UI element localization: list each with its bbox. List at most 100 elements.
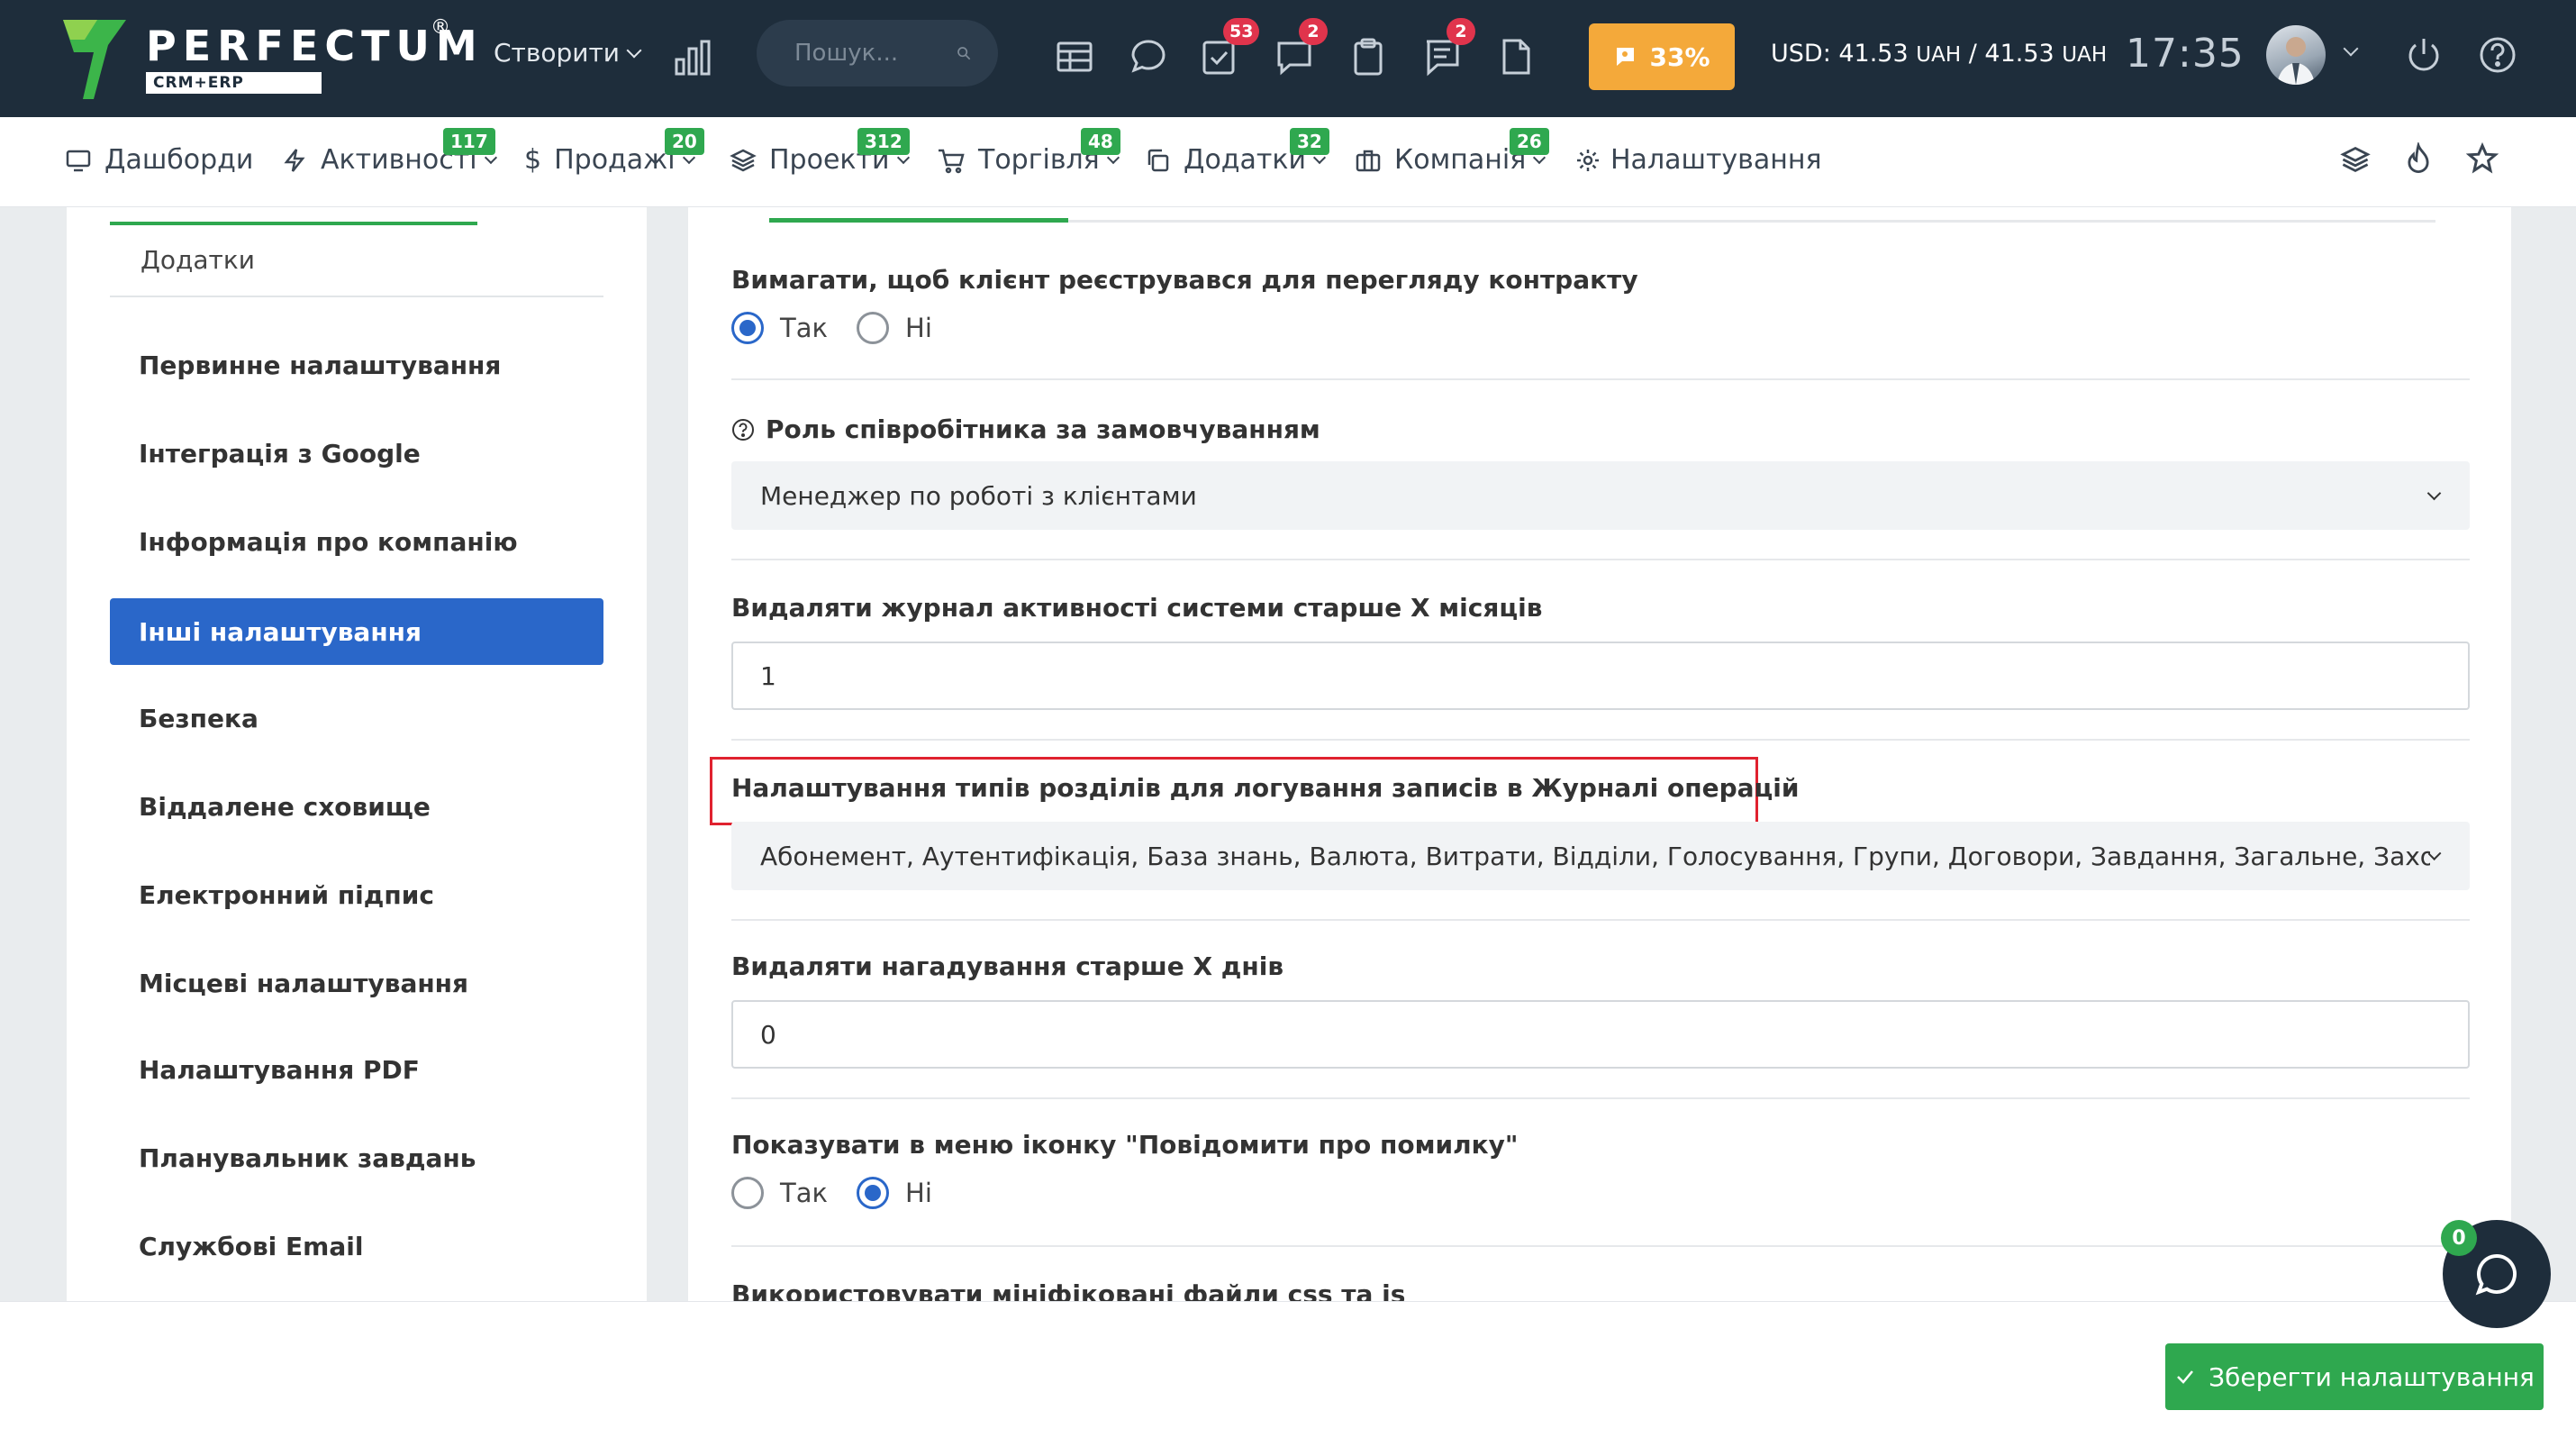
divider [731, 739, 2470, 741]
show-bug-icon-label: Показувати в меню іконку "Повідомити про… [731, 1130, 1519, 1160]
nav-dashboards[interactable]: Дашборди [65, 144, 253, 176]
clock: 17:35 [2126, 31, 2245, 77]
progress-label: 33% [1649, 41, 1710, 72]
show-bug-icon-radios: Так Ні [731, 1177, 961, 1209]
sidebar-item-pdf-settings[interactable]: Налаштування PDF [110, 1036, 603, 1103]
nav-activities-badge: 117 [443, 128, 495, 155]
calendar-table-icon[interactable] [1054, 36, 1095, 77]
nav-sales[interactable]: $ Продажі 20 [524, 128, 704, 176]
messages-badge: 2 [1299, 18, 1328, 45]
show-bug-icon-no-label[interactable]: Ні [905, 1178, 932, 1208]
layers-stack-icon[interactable] [2340, 144, 2371, 175]
copy-icon [1147, 149, 1169, 171]
cart-icon [939, 149, 965, 173]
settings-panel: Вимагати, щоб клієнт реєструвався для пе… [688, 207, 2511, 1309]
sidebar-item-initial-setup[interactable]: Первинне налаштування [110, 332, 603, 398]
nav-projects-badge: 312 [857, 128, 910, 155]
require-register-no-radio[interactable] [857, 312, 890, 344]
nav-settings[interactable]: Налаштування [1574, 144, 1822, 176]
bar-chart-icon[interactable] [674, 38, 712, 76]
require-register-no-label[interactable]: Ні [905, 313, 932, 343]
require-register-yes-label[interactable]: Так [780, 313, 828, 343]
delete-reminders-input[interactable] [731, 1000, 2470, 1069]
star-icon[interactable] [2466, 142, 2499, 175]
avatar-chevron-icon[interactable] [2343, 41, 2359, 57]
save-settings-label: Зберегти налаштування [2209, 1361, 2535, 1392]
nav-trade-badge: 48 [1081, 128, 1120, 155]
sidebar-item-other-settings[interactable]: Інші налаштування [110, 598, 603, 665]
create-button[interactable]: Створити [494, 38, 642, 68]
user-avatar-icon [2277, 37, 2315, 85]
nav-company-badge: 26 [1510, 128, 1549, 155]
sidebar-heading[interactable]: Додатки [141, 245, 255, 275]
monitor-icon [66, 150, 91, 171]
nav-company[interactable]: Компанія 26 [1355, 128, 1549, 176]
log-section-types-label: Налаштування типів розділів для логуванн… [731, 773, 1800, 803]
check-icon [2177, 1370, 2194, 1384]
require-register-yes-radio[interactable] [731, 312, 764, 344]
document-icon[interactable] [1495, 36, 1537, 77]
main-nav: Дашборди Активності 117 $ Продажі 20 Про… [0, 117, 2576, 207]
sidebar-item-service-email[interactable]: Службові Email [110, 1213, 603, 1279]
tasks-badge: 53 [1223, 18, 1260, 45]
sidebar-item-task-scheduler[interactable]: Планувальник завдань [110, 1124, 603, 1191]
chat-badge: 0 [2441, 1220, 2477, 1256]
logo-subtitle: CRM+ERP [146, 72, 322, 94]
divider [731, 559, 2470, 560]
require-register-label: Вимагати, щоб клієнт реєструвався для пе… [731, 265, 1638, 295]
currency-rate: USD: 41.53 UAH / 41.53 UAH [1771, 40, 2108, 68]
sidebar-item-remote-storage[interactable]: Віддалене сховище [110, 773, 603, 840]
create-label: Створити [494, 38, 620, 68]
divider [731, 1097, 2470, 1099]
messages-notification[interactable]: 2 [1274, 18, 1328, 77]
nav-activities[interactable]: Активності 117 [281, 128, 497, 176]
notes-badge: 2 [1447, 18, 1475, 45]
sidebar-item-local-settings[interactable]: Місцеві налаштування [110, 950, 603, 1016]
sidebar-divider [110, 296, 603, 297]
chat-widget-button[interactable]: 0 [2441, 1220, 2551, 1328]
nav-addons[interactable]: Додатки 32 [1144, 128, 1329, 176]
divider [731, 1245, 2470, 1247]
search-input[interactable] [794, 40, 957, 67]
show-bug-icon-no-radio[interactable] [857, 1177, 890, 1209]
save-settings-button[interactable]: Зберегти налаштування [2165, 1343, 2544, 1410]
logo[interactable]: PERFECTUM ® CRM+ERP [63, 16, 477, 102]
logo-registered: ® [431, 16, 450, 39]
avatar[interactable] [2266, 25, 2326, 85]
question-circle-icon[interactable] [731, 418, 755, 441]
tasks-notification[interactable]: 53 [1198, 18, 1260, 77]
footer-bar: Зберегти налаштування [0, 1301, 2576, 1438]
progress-button[interactable]: 33% [1589, 23, 1735, 90]
power-icon[interactable] [2403, 34, 2444, 76]
notes-notification[interactable]: 2 [1421, 18, 1475, 77]
log-section-types-select[interactable]: Абонемент, Аутентифікація, База знань, В… [731, 822, 2470, 890]
divider [731, 919, 2470, 921]
delete-activity-log-input[interactable] [731, 642, 2470, 710]
fire-icon[interactable] [2403, 142, 2434, 175]
chat-bubble-icon[interactable] [1128, 36, 1169, 77]
search-icon[interactable] [957, 42, 971, 64]
show-bug-icon-yes-radio[interactable] [731, 1177, 764, 1209]
lightning-icon [284, 148, 305, 172]
chevron-down-icon [626, 42, 642, 58]
nav-trade[interactable]: Торгівля 48 [937, 128, 1120, 176]
search-box[interactable] [757, 20, 998, 86]
sidebar-item-google-integration[interactable]: Інтеграція з Google [110, 420, 603, 487]
help-icon[interactable] [2477, 34, 2518, 76]
sidebar-item-security[interactable]: Безпека [110, 685, 603, 751]
divider [731, 378, 2470, 380]
sidebar-item-e-signature[interactable]: Електронний підпис [110, 861, 603, 928]
layers-icon [730, 149, 757, 171]
sidebar-item-company-info[interactable]: Інформація про компанію [110, 508, 603, 575]
default-role-select[interactable]: Менеджер по роботі з клієнтами [731, 461, 2470, 530]
show-bug-icon-yes-label[interactable]: Так [780, 1178, 828, 1208]
top-header: PERFECTUM ® CRM+ERP Створити 53 2 2 33% … [0, 0, 2576, 117]
clipboard-icon[interactable] [1347, 36, 1389, 77]
delete-activity-log-label: Видаляти журнал активності системи старш… [731, 593, 1543, 623]
flag-chat-icon [1616, 48, 1635, 66]
delete-reminders-label: Видаляти нагадування старше X днів [731, 951, 1284, 981]
nav-projects[interactable]: Проекти 312 [730, 128, 910, 176]
chat-bubble-icon [2475, 1253, 2517, 1296]
chevron-down-icon [2426, 486, 2442, 500]
default-role-label-row: Роль співробітника за замовчуванням [731, 414, 1320, 444]
